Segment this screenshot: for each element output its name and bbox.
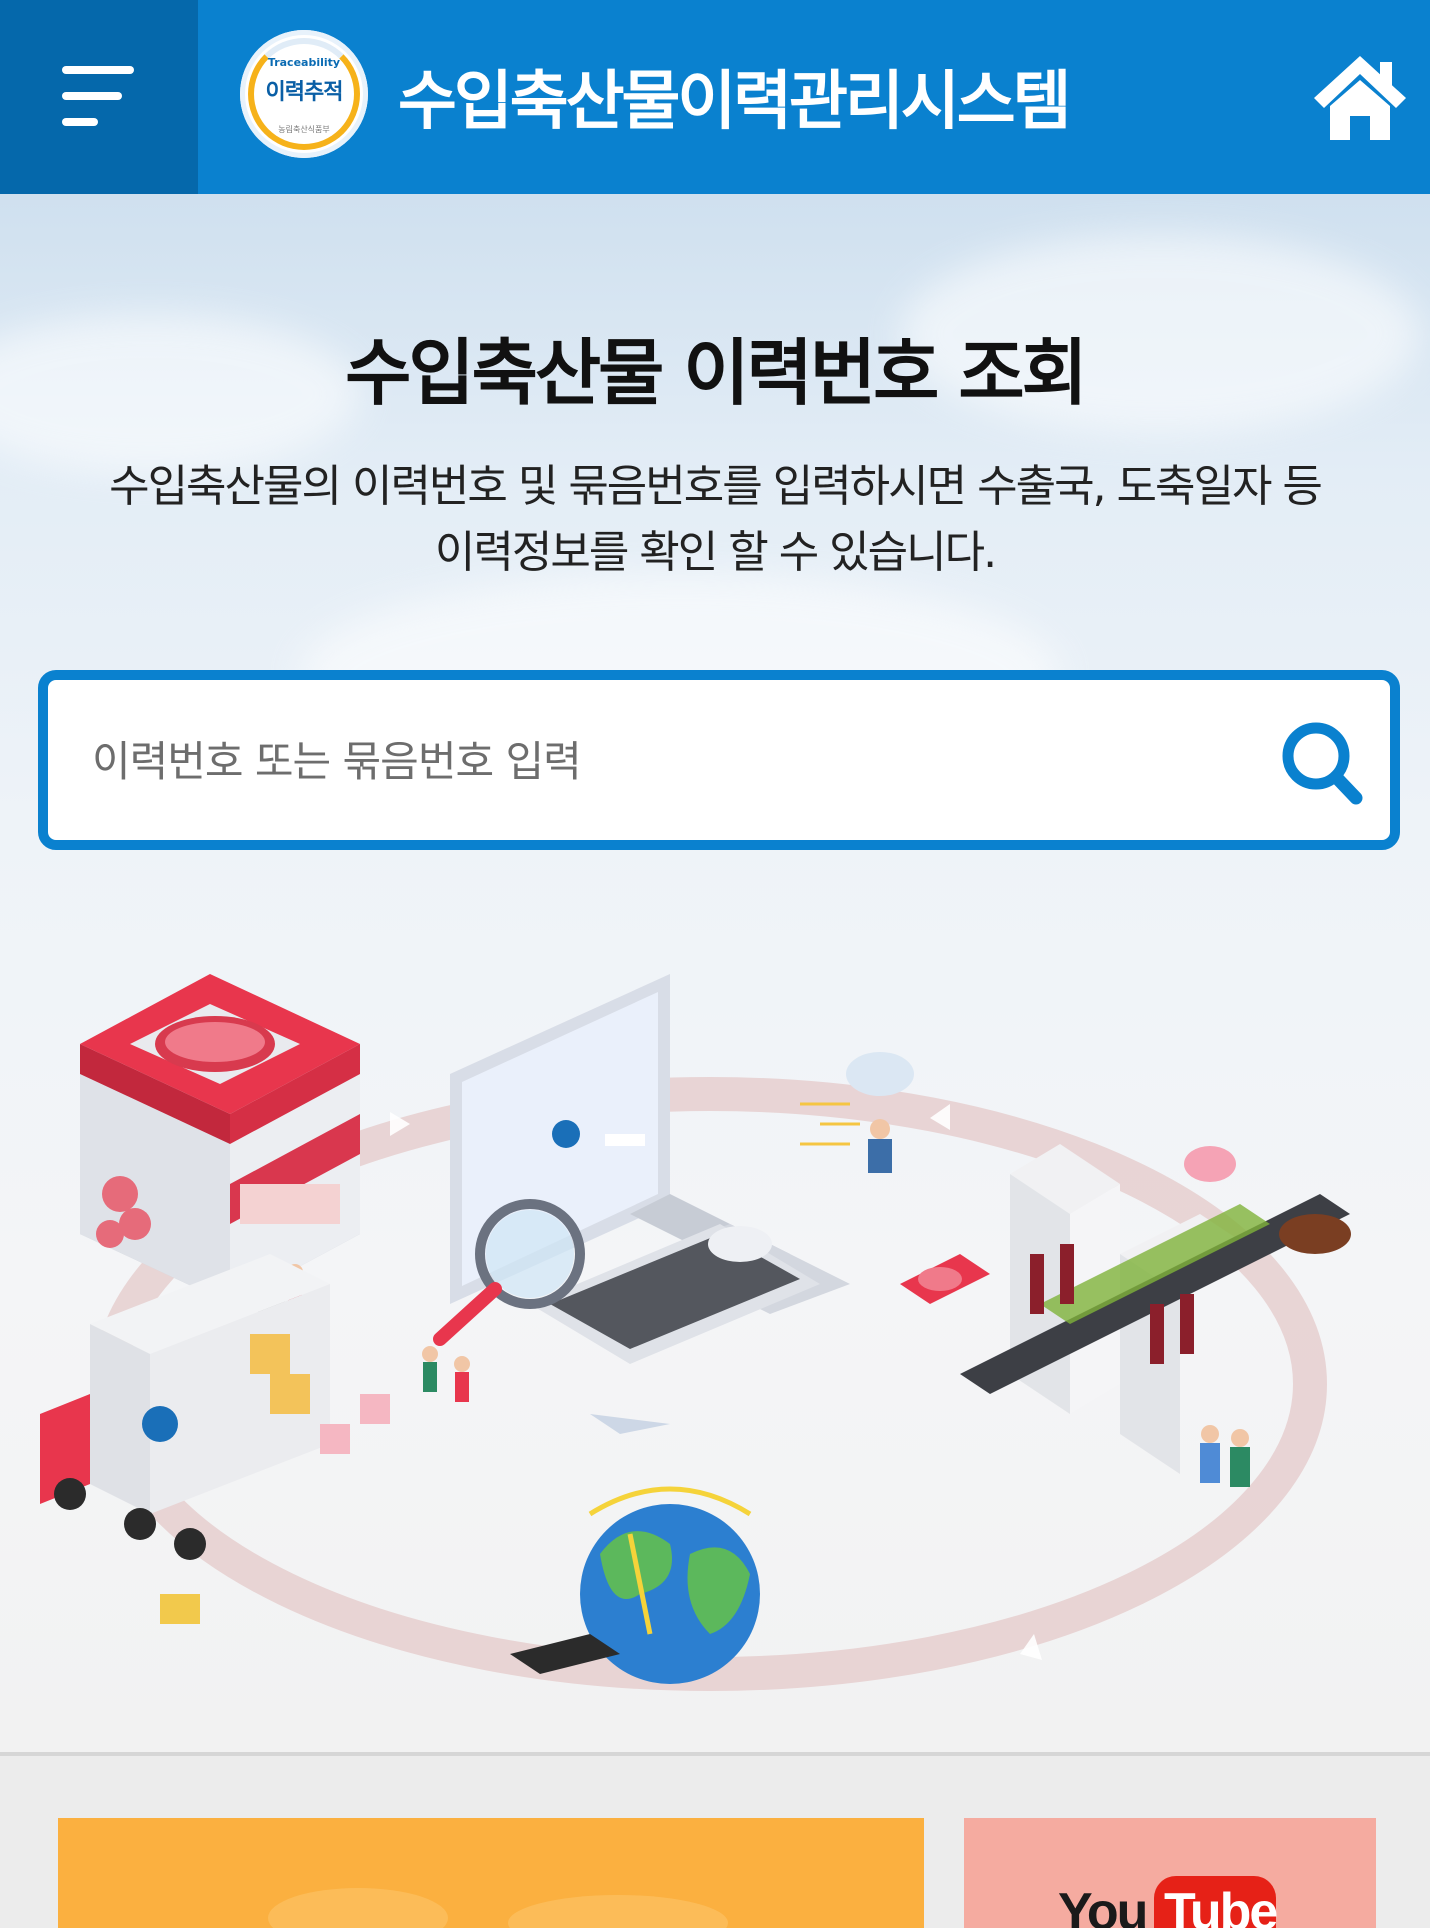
bottom-banner-section: You Tube xyxy=(0,1756,1430,1928)
search-icon xyxy=(1282,722,1363,805)
youtube-banner[interactable]: You Tube xyxy=(964,1818,1376,1928)
traceability-logo[interactable]: Traceability 이력추적 농림축산식품부 xyxy=(240,30,368,158)
app-title[interactable]: 수입축산물이력관리시스템 xyxy=(398,50,1072,142)
home-icon xyxy=(1314,56,1406,140)
youtube-logo-icon: Tube xyxy=(1154,1876,1278,1928)
logo-main-text: 이력추적 xyxy=(265,80,344,105)
globe-icon xyxy=(510,1414,760,1684)
search-button[interactable] xyxy=(1268,706,1378,816)
logo-small-text: Traceability xyxy=(267,56,341,69)
hero-description-line: 수입축산물의 이력번호 및 묶음번호를 입력하시면 수출국, 도축일자 등 xyxy=(109,461,1323,512)
hero-section: 수입축산물 이력번호 조회 수입축산물의 이력번호 및 묶음번호를 입력하시면 … xyxy=(0,194,1430,1752)
hamburger-menu-icon-bar xyxy=(62,118,98,126)
info-banner[interactable] xyxy=(58,1818,924,1928)
butcher-shop-icon xyxy=(80,974,360,1304)
menu-button[interactable] xyxy=(0,0,198,194)
youtube-logo-you: You xyxy=(1058,1883,1148,1928)
hero-description-line: 이력정보를 확인 할 수 있습니다. xyxy=(434,527,997,578)
hero-description: 수입축산물의 이력번호 및 묶음번호를 입력하시면 수출국, 도축일자 등 이력… xyxy=(40,454,1390,586)
app-header: Traceability 이력추적 농림축산식품부 수입축산물이력관리시스템 xyxy=(0,0,1430,194)
world-map-icon xyxy=(268,1888,728,1928)
youtube-logo-tube: Tube xyxy=(1164,1883,1278,1928)
traceability-cycle-illustration xyxy=(40,974,1351,1691)
hero-title: 수입축산물 이력번호 조회 xyxy=(345,331,1088,415)
logo-sub-text: 농림축산식품부 xyxy=(278,125,330,134)
home-button[interactable] xyxy=(1310,48,1410,148)
trace-number-input[interactable] xyxy=(90,720,1194,802)
hamburger-menu-icon xyxy=(62,66,134,74)
people-pointing-icon xyxy=(422,1346,470,1402)
workers-icon xyxy=(1200,1425,1250,1487)
hamburger-menu-icon-bar xyxy=(62,92,122,100)
search-box xyxy=(38,670,1400,850)
computer-monitor-icon xyxy=(433,974,850,1364)
